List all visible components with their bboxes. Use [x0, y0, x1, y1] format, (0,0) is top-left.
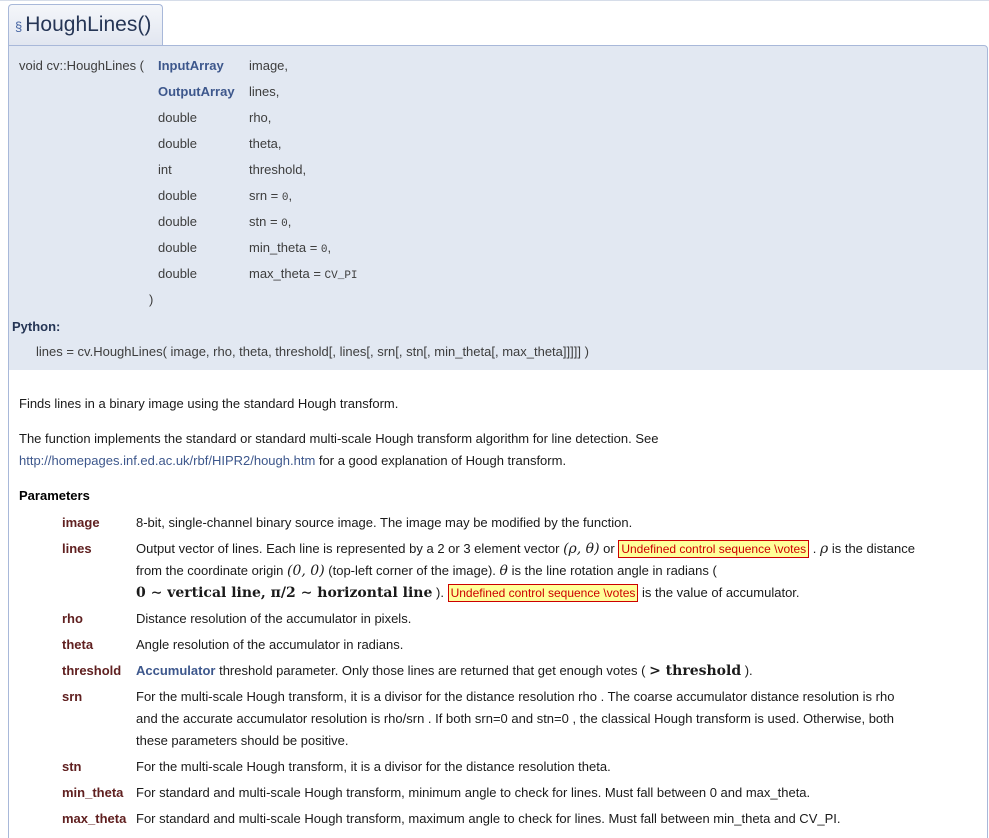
math-threshold: > threshold: [649, 663, 742, 679]
section-anchor-link[interactable]: §: [15, 19, 22, 34]
function-title: HoughLines(): [25, 13, 152, 36]
param-type-link[interactable]: InputArray: [158, 56, 224, 76]
param-name: rho,: [249, 110, 272, 125]
param-desc-stn: For the multi-scale Hough transform, it …: [136, 759, 611, 774]
detailed-description: The function implements the standard or …: [19, 431, 659, 468]
top-divider: [0, 0, 989, 1]
param-name: lines,: [249, 84, 280, 99]
param-name: theta,: [249, 136, 282, 151]
math-rho-theta: (ρ, θ): [563, 541, 600, 557]
param-name-with-default: stn = 0,: [249, 214, 292, 230]
param-desc-srn-2: and the accurate accumulator resolution …: [136, 711, 895, 726]
param-name-with-default: srn = 0,: [249, 188, 293, 204]
param-desc-lines-3: 0 ∼ vertical line, π/2 ∼ horizontal line…: [136, 584, 800, 602]
param-desc-srn-3: these parameters should be positive.: [136, 733, 349, 748]
latex-error-badge: Undefined control sequence \votes: [447, 584, 639, 602]
function-documentation: Finds lines in a binary image using the …: [8, 370, 988, 838]
default-value: CV_PI: [324, 270, 358, 282]
latex-error-badge: Undefined control sequence \votes: [618, 540, 810, 558]
function-prototype: void cv::HoughLines ( InputArray image, …: [8, 45, 988, 371]
param-desc-theta: Angle resolution of the accumulator in r…: [136, 637, 404, 652]
param-name-max-theta: max_theta: [62, 811, 127, 826]
param-name: threshold,: [249, 162, 307, 177]
param-name-lines: lines: [62, 541, 92, 556]
param-name: image,: [249, 58, 289, 73]
default-value: 0: [320, 244, 328, 256]
param-name-theta: theta: [62, 637, 94, 652]
hough-reference-link[interactable]: http://homepages.inf.ed.ac.uk/rbf/HIPR2/…: [19, 453, 315, 468]
default-value: 0: [281, 218, 288, 230]
param-name-image: image: [62, 515, 100, 530]
brief-description: Finds lines in a binary image using the …: [19, 396, 399, 411]
param-desc-min-theta: For standard and multi-scale Hough trans…: [136, 785, 811, 800]
param-desc-lines-2: from the coordinate origin (0, 0) (top-l…: [136, 563, 717, 579]
python-signature: lines = cv.HoughLines( image, rho, theta…: [36, 344, 589, 359]
param-type: double: [158, 240, 198, 255]
parameters-heading: Parameters: [19, 488, 90, 503]
param-name-srn: srn: [62, 689, 83, 704]
function-signature-name: void cv::HoughLines (: [19, 58, 145, 73]
param-desc-srn: For the multi-scale Hough transform, it …: [136, 689, 895, 704]
param-name-stn: stn: [62, 759, 82, 774]
param-desc-max-theta: For standard and multi-scale Hough trans…: [136, 811, 841, 826]
param-name-min-theta: min_theta: [62, 785, 124, 800]
math-origin: (0, 0): [287, 563, 325, 579]
param-desc-lines: Output vector of lines. Each line is rep…: [136, 540, 915, 558]
param-desc-image: 8-bit, single-channel binary source imag…: [136, 515, 633, 530]
param-type: double: [158, 214, 198, 229]
param-name-rho: rho: [62, 611, 83, 626]
param-type: double: [158, 110, 198, 125]
param-desc-rho: Distance resolution of the accumulator i…: [136, 611, 412, 626]
param-type-link[interactable]: OutputArray: [158, 82, 235, 102]
param-type: double: [158, 266, 198, 281]
python-label: Python:: [12, 319, 61, 334]
param-name-with-default: max_theta = CV_PI: [249, 266, 358, 282]
param-name-threshold: threshold: [62, 663, 122, 678]
param-name-with-default: min_theta = 0,: [249, 240, 332, 256]
param-type: double: [158, 136, 198, 151]
math-angle-range: 0 ∼ vertical line, π/2 ∼ horizontal line: [136, 585, 433, 601]
param-type: int: [158, 162, 172, 177]
param-type: double: [158, 188, 198, 203]
function-title-tab: § HoughLines(): [8, 4, 163, 46]
param-desc-threshold: Accumulator threshold parameter. Only th…: [136, 663, 753, 679]
close-paren: ): [149, 292, 154, 307]
accumulator-link[interactable]: Accumulator: [136, 663, 215, 678]
